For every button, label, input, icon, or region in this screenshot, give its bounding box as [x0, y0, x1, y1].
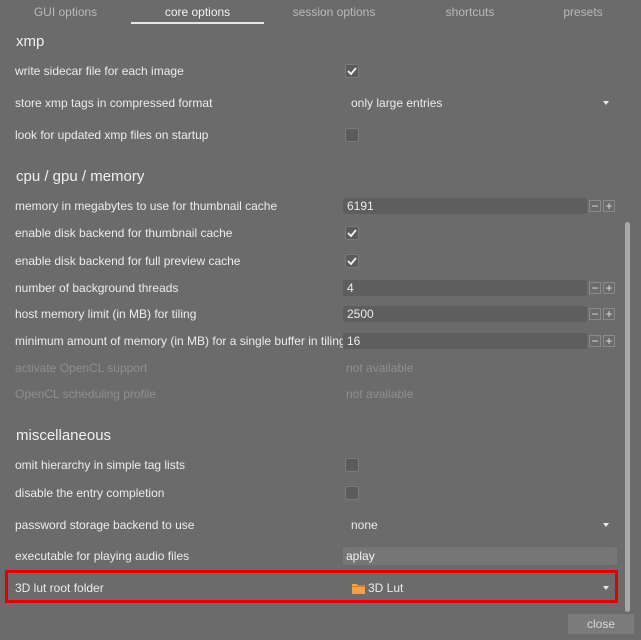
- minus-icon[interactable]: −: [589, 200, 601, 212]
- host-memory-limit-input[interactable]: 2500: [343, 306, 587, 322]
- chevron-down-icon: [603, 101, 609, 105]
- opencl-support-value: not available: [346, 361, 414, 375]
- host-memory-limit-value: 2500: [347, 307, 374, 321]
- tab-shortcuts[interactable]: shortcuts: [404, 5, 536, 21]
- tab-core-options[interactable]: core options: [131, 5, 264, 21]
- omit-hierarchy-label: omit hierarchy in simple tag lists: [15, 458, 186, 472]
- audio-executable-label: executable for playing audio files: [15, 549, 190, 563]
- background-threads-input[interactable]: 4: [343, 280, 587, 296]
- disable-entry-completion-checkbox[interactable]: [345, 486, 359, 500]
- section-title-cpu-gpu-memory: cpu / gpu / memory: [16, 168, 145, 185]
- tab-gui-options[interactable]: GUI options: [0, 5, 131, 21]
- look-updated-xmp-label: look for updated xmp files on startup: [15, 128, 209, 142]
- disk-preview-cache-label: enable disk backend for full preview cac…: [15, 254, 241, 268]
- min-buffer-memory-input[interactable]: 16: [343, 333, 587, 349]
- plus-icon[interactable]: +: [603, 308, 615, 320]
- look-updated-xmp-checkbox[interactable]: [345, 128, 359, 142]
- disable-entry-completion-label: disable the entry completion: [15, 486, 165, 500]
- password-backend-label: password storage backend to use: [15, 518, 195, 532]
- tab-session-options[interactable]: session options: [264, 5, 404, 21]
- thumbnail-cache-memory-value: 6191: [347, 199, 374, 213]
- lut-root-folder-value: 3D Lut: [368, 581, 404, 595]
- section-title-xmp: xmp: [16, 33, 45, 50]
- thumbnail-cache-memory-input[interactable]: 6191: [343, 198, 587, 214]
- omit-hierarchy-checkbox[interactable]: [345, 458, 359, 472]
- background-threads-label: number of background threads: [15, 281, 179, 295]
- opencl-profile-value: not available: [346, 387, 414, 401]
- tab-presets[interactable]: presets: [536, 5, 630, 21]
- plus-icon[interactable]: +: [603, 200, 615, 212]
- host-memory-limit-label: host memory limit (in MB) for tiling: [15, 307, 197, 321]
- opencl-profile-label: OpenCL scheduling profile: [15, 387, 156, 401]
- min-buffer-memory-label: minimum amount of memory (in MB) for a s…: [15, 334, 346, 348]
- check-icon: [347, 257, 357, 266]
- minus-icon[interactable]: −: [589, 335, 601, 347]
- lut-root-folder-label: 3D lut root folder: [15, 581, 104, 595]
- close-button[interactable]: close: [568, 614, 634, 634]
- active-tab-indicator: [131, 22, 264, 24]
- minus-icon[interactable]: −: [589, 308, 601, 320]
- audio-executable-input[interactable]: [343, 547, 617, 565]
- scrollbar-thumb[interactable]: [625, 222, 630, 612]
- disk-thumbnail-cache-label: enable disk backend for thumbnail cache: [15, 226, 233, 240]
- chevron-down-icon: [603, 586, 609, 590]
- xmp-compressed-dropdown[interactable]: only large entries: [351, 95, 617, 111]
- lut-root-folder-button[interactable]: 3D Lut: [368, 580, 617, 596]
- check-icon: [347, 229, 357, 238]
- xmp-compressed-label: store xmp tags in compressed format: [15, 96, 213, 110]
- disk-preview-cache-checkbox[interactable]: [345, 254, 359, 268]
- plus-icon[interactable]: +: [603, 282, 615, 294]
- xmp-compressed-value: only large entries: [351, 96, 443, 110]
- password-backend-dropdown[interactable]: none: [351, 517, 617, 533]
- write-sidecar-checkbox[interactable]: [345, 64, 359, 78]
- password-backend-value: none: [351, 518, 378, 532]
- check-icon: [347, 67, 357, 76]
- audio-executable-field[interactable]: [343, 547, 617, 565]
- background-threads-value: 4: [347, 281, 354, 295]
- section-title-miscellaneous: miscellaneous: [16, 427, 112, 444]
- tab-bar: GUI options core options session options…: [0, 0, 641, 26]
- plus-icon[interactable]: +: [603, 335, 615, 347]
- minus-icon[interactable]: −: [589, 282, 601, 294]
- opencl-support-label: activate OpenCL support: [15, 361, 148, 375]
- chevron-down-icon: [603, 523, 609, 527]
- thumbnail-cache-memory-label: memory in megabytes to use for thumbnail…: [15, 199, 278, 213]
- disk-thumbnail-cache-checkbox[interactable]: [345, 226, 359, 240]
- min-buffer-memory-value: 16: [347, 334, 361, 348]
- folder-icon: [352, 584, 365, 594]
- write-sidecar-label: write sidecar file for each image: [15, 64, 184, 78]
